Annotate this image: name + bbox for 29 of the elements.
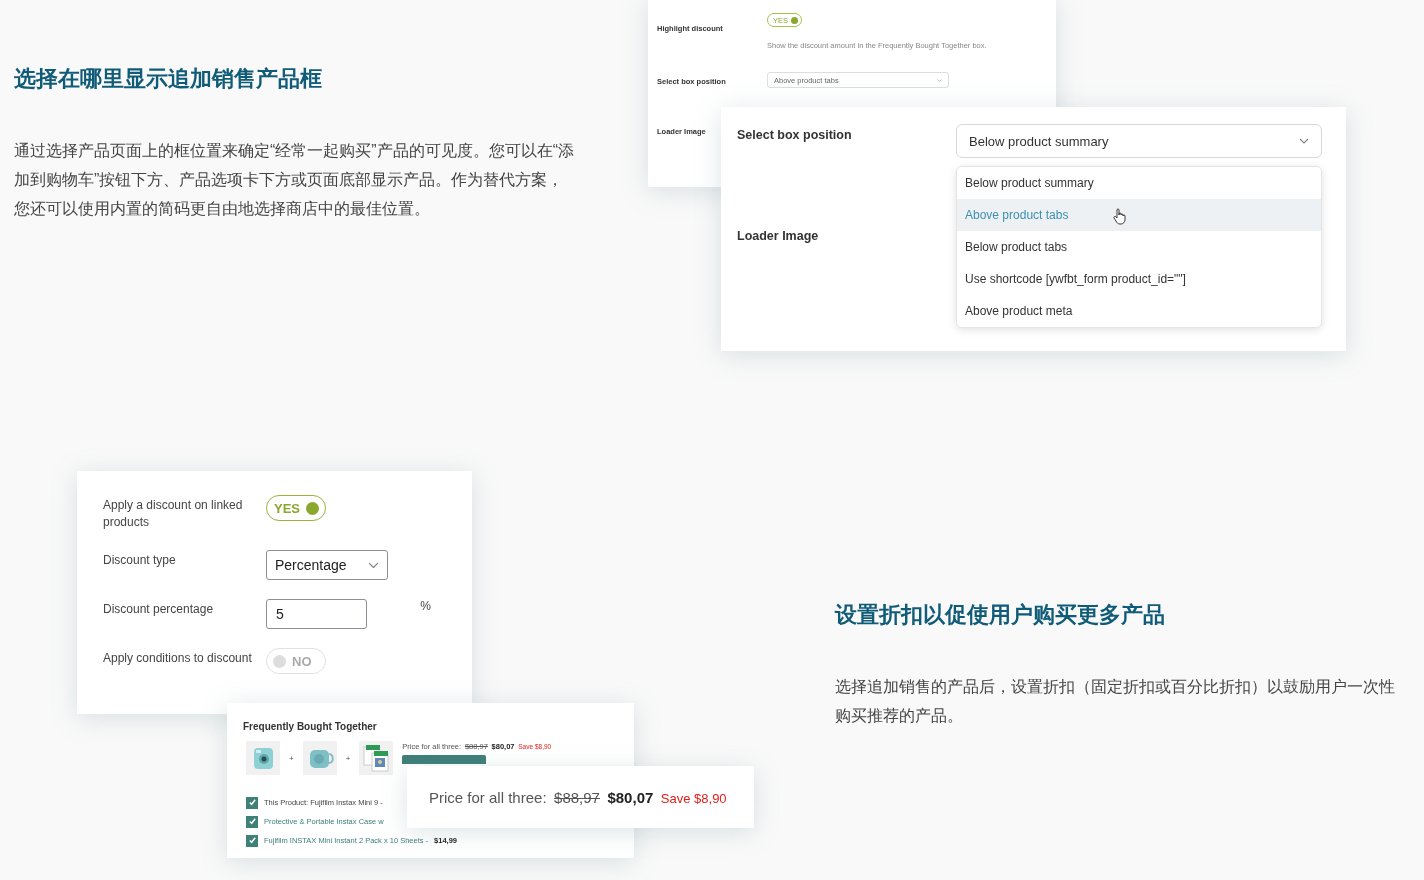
hand-cursor-icon bbox=[1113, 208, 1127, 225]
section-description: 通过选择产品页面上的框位置来确定“经常一起购买”产品的可见度。您可以在“添加到购物车”按钮下方、产品选项卡下方或页面底部显示产品。作为替代方案，您还可以使用内置的简码更自由地选择商店中的最佳位置。 bbox=[14, 141, 575, 219]
position-select[interactable]: Below product summary bbox=[956, 124, 1322, 158]
percentage-input[interactable]: 5 bbox=[266, 599, 367, 629]
setting-label: Loader Image bbox=[737, 229, 819, 243]
box-title: Frequently Bought Together bbox=[243, 721, 377, 732]
setting-label: Apply conditions to discount bbox=[103, 650, 253, 667]
setting-label: Select box position bbox=[737, 128, 852, 142]
chevron-down-icon bbox=[368, 561, 379, 569]
dropdown-option[interactable]: Above product meta bbox=[957, 295, 1321, 327]
dropdown-option[interactable]: Below product tabs bbox=[957, 231, 1321, 263]
checkbox[interactable] bbox=[246, 815, 258, 828]
chevron-down-icon bbox=[937, 78, 942, 82]
plus-sign: + bbox=[345, 753, 351, 763]
setting-label: Apply a discount on linked products bbox=[103, 497, 244, 531]
checkbox[interactable] bbox=[246, 834, 258, 847]
dropdown-option[interactable]: Below product summary bbox=[957, 167, 1321, 199]
checkbox[interactable] bbox=[246, 796, 258, 809]
unit-label: % bbox=[420, 599, 432, 613]
setting-label: Discount type bbox=[103, 552, 177, 569]
dropdown-option[interactable]: Use shortcode [ywfbt_form product_id=""] bbox=[957, 263, 1321, 295]
section-heading: 设置折扣以促使用户购买更多产品 bbox=[835, 601, 1166, 629]
chevron-down-icon bbox=[1299, 138, 1309, 144]
section-heading: 选择在哪里显示追加销售产品框 bbox=[14, 65, 323, 93]
plus-sign: + bbox=[289, 753, 294, 763]
section-description: 选择追加销售的产品后，设置折扣（固定折扣或百分比折扣）以鼓励用户一次性购买推荐的产品。 bbox=[835, 677, 1396, 726]
discount-type-select[interactable]: Percentage bbox=[266, 550, 388, 580]
setting-label: Discount percentage bbox=[103, 601, 215, 618]
bundle-price: Price for all three: $88,97 $80,07 Save $8,90 bbox=[429, 788, 727, 806]
